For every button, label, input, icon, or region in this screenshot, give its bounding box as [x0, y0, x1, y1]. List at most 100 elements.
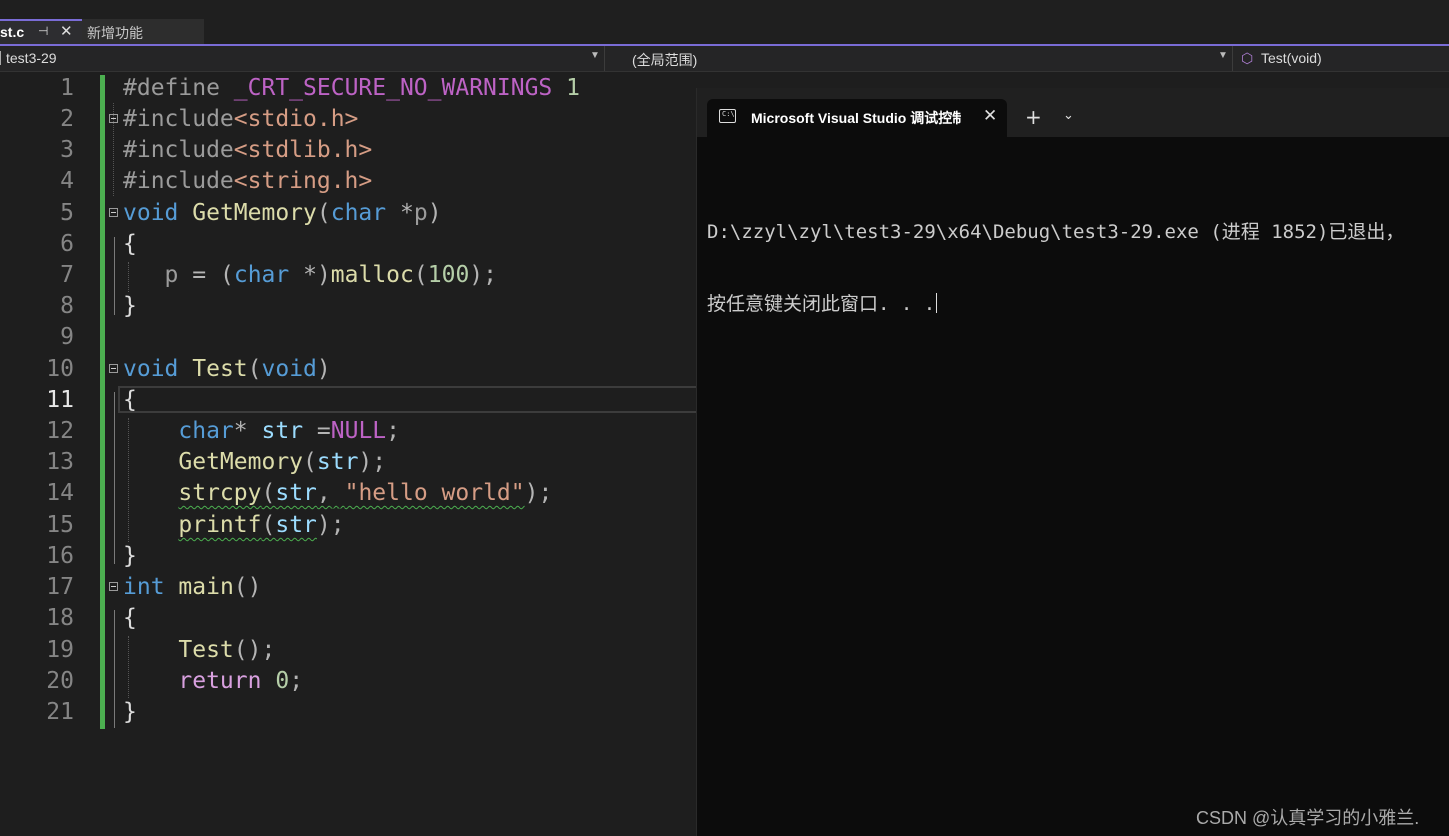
line-number: 4 [60, 168, 74, 194]
code-line: 14 strcpy(str, "hello world"); [0, 479, 696, 510]
member-label: Test(void) [1261, 50, 1322, 66]
code-line-current: 11 { [0, 386, 696, 417]
code-text: void GetMemory(char *p) [123, 200, 442, 226]
code-line: 1 #define _CRT_SECURE_NO_WARNINGS 1 [0, 74, 696, 105]
code-line: 4 #include<string.h> [0, 167, 696, 198]
line-number: 11 [46, 387, 74, 413]
console-output: D:\zzyl\zyl\test3-29\x64\Debug\test3-29.… [707, 172, 1447, 364]
line-number: 5 [60, 200, 74, 226]
code-text: } [123, 293, 137, 319]
pin-icon[interactable]: ⊣ [38, 24, 48, 38]
method-cube-icon: ⬡ [1241, 50, 1254, 66]
code-text: return 0; [178, 668, 304, 694]
line-number: 7 [60, 262, 74, 288]
code-editor[interactable]: 1 #define _CRT_SECURE_NO_WARNINGS 1 2 #i… [0, 72, 696, 836]
current-line-highlight [118, 386, 696, 413]
code-text: char* str =NULL; [178, 418, 401, 444]
code-line: 21 } [0, 698, 696, 729]
code-text: { [123, 231, 137, 257]
line-number: 13 [46, 449, 74, 475]
code-line: 2 #include<stdio.h> [0, 105, 696, 136]
line-number: 18 [46, 605, 74, 631]
code-text: { [123, 605, 137, 631]
collapse-icon[interactable] [109, 208, 118, 217]
code-text: { [123, 387, 137, 413]
code-line: 20 return 0; [0, 667, 696, 698]
close-tab-button[interactable]: ✕ [983, 106, 997, 126]
code-text: } [123, 699, 137, 725]
line-number: 20 [46, 668, 74, 694]
console-line: D:\zzyl\zyl\test3-29\x64\Debug\test3-29.… [707, 221, 1405, 243]
code-text: Test(); [178, 637, 276, 663]
line-number: 16 [46, 543, 74, 569]
code-text: p = (char *)malloc(100); [164, 262, 497, 288]
navigation-bar: test3-29 ▼ (全局范围) ▼ ⬡ Test(void) [0, 46, 1449, 72]
code-line: 5 void GetMemory(char *p) [0, 199, 696, 230]
code-line: 9 [0, 323, 696, 354]
code-line: 12 char* str =NULL; [0, 417, 696, 448]
tab-test-c[interactable]: st.c ⊣ ✕ [0, 19, 82, 44]
code-text: } [123, 543, 137, 569]
tab-label: 新增功能 [87, 25, 143, 41]
chevron-down-icon[interactable]: ⌄ [1063, 108, 1074, 123]
project-name: test3-29 [6, 50, 57, 66]
code-line: 8 } [0, 292, 696, 323]
line-number: 2 [60, 106, 74, 132]
line-number: 19 [46, 637, 74, 663]
line-number: 3 [60, 137, 74, 163]
terminal-tab-bar: Microsoft Visual Studio 调试控制台 ✕ + ⌄ [697, 88, 1449, 137]
line-number: 21 [46, 699, 74, 725]
collapse-icon[interactable] [109, 364, 118, 373]
line-number: 12 [46, 418, 74, 444]
code-line: 19 Test(); [0, 636, 696, 667]
project-dropdown[interactable]: test3-29 ▼ [0, 46, 605, 71]
code-line: 10 void Test(void) [0, 355, 696, 386]
scope-dropdown[interactable]: (全局范围) ▼ [610, 46, 1233, 71]
line-number: 1 [60, 75, 74, 101]
watermark: CSDN @认真学习的小雅兰. [1196, 808, 1420, 828]
code-line: 18 { [0, 604, 696, 635]
code-line: 15 printf(str); [0, 511, 696, 542]
line-number: 14 [46, 480, 74, 506]
line-number: 8 [60, 293, 74, 319]
console-line: 按任意键关闭此窗口. . . [707, 293, 936, 315]
code-line: 17 int main() [0, 573, 696, 604]
code-text: #include<stdlib.h> [123, 137, 373, 163]
terminal-tab-title: Microsoft Visual Studio 调试控制台 [751, 110, 961, 126]
code-text: strcpy(str, "hello world"); [178, 480, 553, 506]
console-line-2: 按任意键关闭此窗口. . . [707, 292, 1447, 316]
tab-whats-new[interactable]: 新增功能 [82, 19, 204, 44]
code-text: printf(str); [178, 512, 345, 538]
code-text: GetMemory(str); [178, 449, 387, 475]
code-line: 3 #include<stdlib.h> [0, 136, 696, 167]
code-text: #include<string.h> [123, 168, 373, 194]
text-cursor [936, 293, 938, 313]
project-marker [0, 51, 1, 65]
line-number: 15 [46, 512, 74, 538]
console-icon [719, 109, 736, 123]
line-number: 6 [60, 231, 74, 257]
code-line: 16 } [0, 542, 696, 573]
member-dropdown[interactable]: ⬡ Test(void) [1238, 46, 1449, 71]
line-number: 17 [46, 574, 74, 600]
code-text: #include<stdio.h> [123, 106, 359, 132]
line-number: 9 [60, 324, 74, 350]
debug-console-window[interactable]: Microsoft Visual Studio 调试控制台 ✕ + ⌄ D:\z… [696, 88, 1449, 836]
tab-label: st.c [0, 24, 25, 40]
chevron-down-icon: ▼ [590, 50, 600, 61]
code-line: 13 GetMemory(str); [0, 448, 696, 479]
terminal-tab[interactable]: Microsoft Visual Studio 调试控制台 ✕ [707, 99, 1007, 137]
document-tab-bar: st.c ⊣ ✕ 新增功能 [0, 0, 1449, 44]
code-text: int main() [123, 574, 262, 600]
scope-label: (全局范围) [632, 52, 698, 68]
collapse-icon[interactable] [109, 582, 118, 591]
new-tab-button[interactable]: + [1025, 105, 1042, 129]
chevron-down-icon: ▼ [1218, 50, 1228, 61]
code-line: 7 p = (char *)malloc(100); [0, 261, 696, 292]
code-text: #define _CRT_SECURE_NO_WARNINGS 1 [123, 75, 581, 101]
collapse-icon[interactable] [109, 114, 118, 123]
line-number: 10 [46, 356, 74, 382]
close-icon[interactable]: ✕ [60, 22, 73, 40]
code-text: void Test(void) [123, 356, 331, 382]
code-line: 6 { [0, 230, 696, 261]
